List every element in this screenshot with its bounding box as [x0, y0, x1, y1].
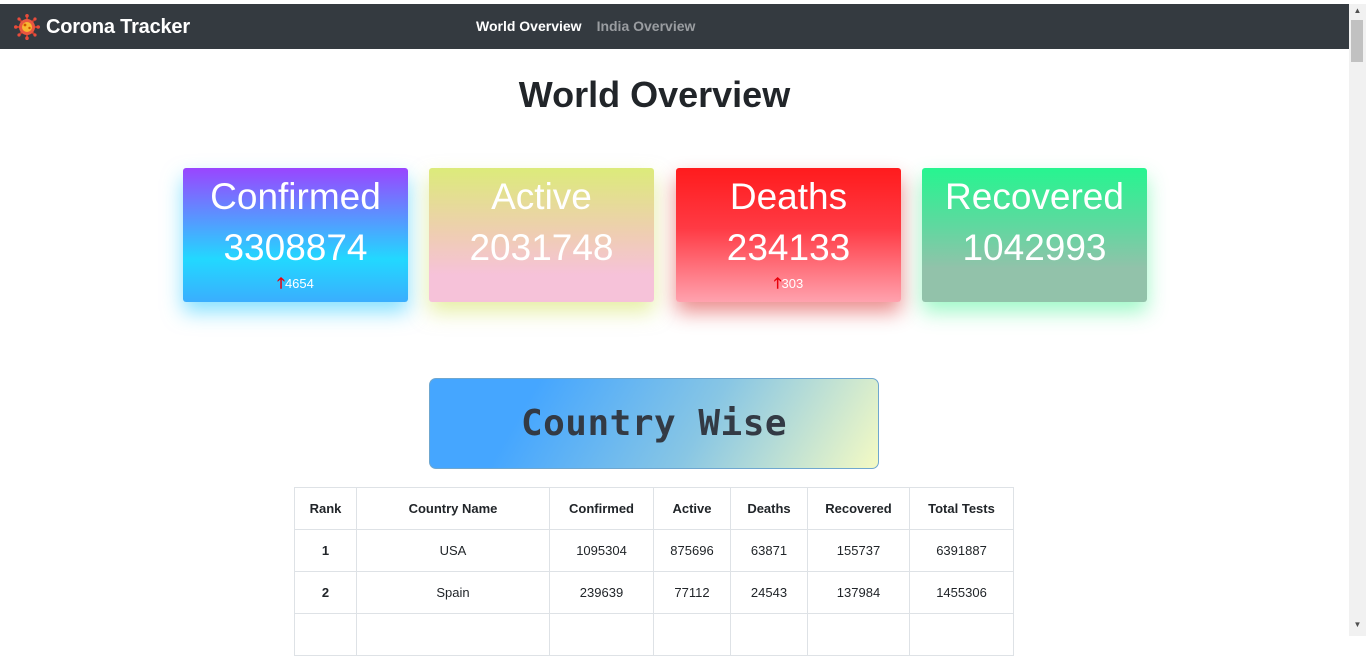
cell-country: Spain — [356, 571, 550, 614]
brand[interactable]: Corona Tracker — [14, 13, 190, 41]
deaths-card-value: 234133 — [726, 227, 851, 268]
cell-country — [356, 613, 550, 656]
cell-confirmed: 239639 — [549, 571, 654, 614]
recovered-card: Recovered 1042993 — [922, 168, 1147, 302]
scroll-down-arrow-icon[interactable]: ▼ — [1349, 618, 1366, 632]
confirmed-card-delta: 🡑4654 — [183, 276, 408, 292]
vertical-scrollbar[interactable]: ▲ ▼ — [1349, 4, 1366, 636]
header-confirmed: Confirmed — [549, 487, 654, 530]
cell-active — [653, 613, 731, 656]
cell-deaths — [730, 613, 808, 656]
scroll-thumb[interactable] — [1351, 20, 1363, 62]
table-row — [294, 613, 1014, 656]
page-title: World Overview — [518, 74, 791, 115]
deaths-card: Deaths 234133 🡑303 — [676, 168, 901, 302]
cell-recovered — [807, 613, 910, 656]
deaths-card-delta: 🡑303 — [676, 276, 901, 292]
cell-confirmed — [549, 613, 654, 656]
recovered-card-title: Recovered — [945, 176, 1124, 217]
table-header-row: Rank Country Name Confirmed Active Death… — [294, 487, 1014, 530]
nav-links: World Overview India Overview — [476, 18, 695, 34]
cell-country: USA — [356, 529, 550, 572]
header-country-name: Country Name — [356, 487, 550, 530]
confirmed-card-title: Confirmed — [210, 176, 381, 217]
deaths-delta-value: 303 — [781, 276, 804, 291]
header-recovered: Recovered — [807, 487, 910, 530]
country-wise-banner: Country Wise — [429, 378, 879, 469]
confirmed-card-value: 3308874 — [223, 227, 368, 268]
cell-recovered: 137984 — [807, 571, 910, 614]
brand-name: Corona Tracker — [46, 15, 190, 38]
cell-total-tests: 1455306 — [909, 571, 1014, 614]
cell-total-tests — [909, 613, 1014, 656]
cell-recovered: 155737 — [807, 529, 910, 572]
arrow-up-icon: 🡑 — [277, 275, 285, 292]
cell-rank: 2 — [294, 571, 357, 614]
cell-deaths: 24543 — [730, 571, 808, 614]
confirmed-delta-value: 4654 — [284, 276, 314, 291]
scroll-up-arrow-icon[interactable]: ▲ — [1349, 4, 1366, 18]
country-table: Rank Country Name Confirmed Active Death… — [294, 487, 1014, 656]
cell-confirmed: 1095304 — [549, 529, 654, 572]
header-total-tests: Total Tests — [909, 487, 1014, 530]
nav-link-world-overview[interactable]: World Overview — [476, 18, 582, 34]
cell-total-tests: 6391887 — [909, 529, 1014, 572]
table-row: 2 Spain 239639 77112 24543 137984 145530… — [294, 571, 1014, 614]
header-rank: Rank — [294, 487, 357, 530]
cell-rank — [294, 613, 357, 656]
confirmed-card: Confirmed 3308874 🡑4654 — [183, 168, 408, 302]
header-deaths: Deaths — [730, 487, 808, 530]
active-card-value: 2031748 — [469, 227, 614, 268]
nav-link-india-overview[interactable]: India Overview — [597, 18, 696, 34]
cell-deaths: 63871 — [730, 529, 808, 572]
header-active: Active — [653, 487, 731, 530]
table-row: 1 USA 1095304 875696 63871 155737 639188… — [294, 529, 1014, 572]
arrow-up-icon: 🡑 — [773, 275, 782, 292]
cell-active: 875696 — [653, 529, 731, 572]
country-wise-title: Country Wise — [520, 403, 788, 444]
active-card: Active 2031748 — [429, 168, 654, 302]
navbar: Corona Tracker World Overview India Over… — [0, 4, 1349, 49]
cell-active: 77112 — [653, 571, 731, 614]
cell-rank: 1 — [294, 529, 357, 572]
virus-icon — [14, 14, 40, 40]
active-card-title: Active — [491, 176, 592, 217]
deaths-card-title: Deaths — [729, 176, 848, 217]
recovered-card-value: 1042993 — [962, 227, 1107, 268]
